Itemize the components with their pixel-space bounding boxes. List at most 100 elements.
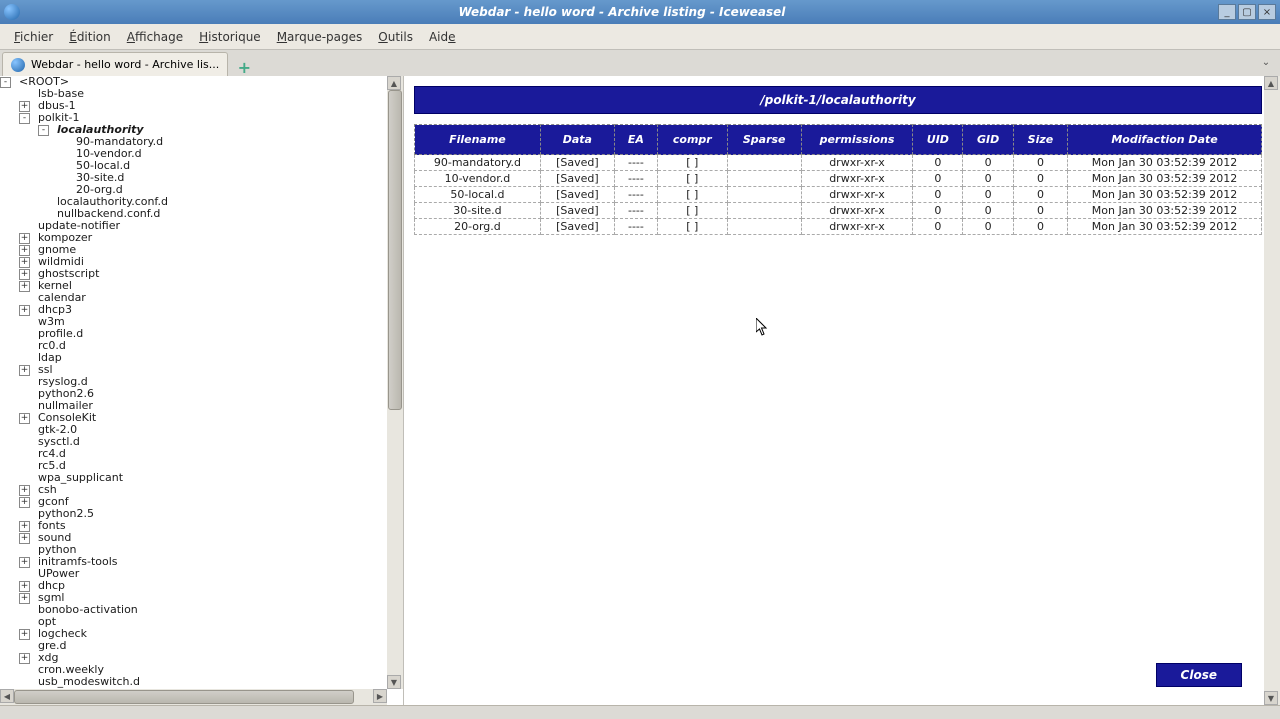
- column-header[interactable]: GID: [963, 125, 1013, 155]
- table-row[interactable]: 30-site.d[Saved]----[ ]drwxr-xr-x000Mon …: [415, 203, 1262, 219]
- tree-row[interactable]: ldap: [0, 352, 387, 364]
- scroll-down-button[interactable]: ▼: [1264, 691, 1278, 705]
- table-row[interactable]: 10-vendor.d[Saved]----[ ]drwxr-xr-x000Mo…: [415, 171, 1262, 187]
- table-cell: [727, 219, 801, 235]
- table-cell: Mon Jan 30 03:52:39 2012: [1068, 171, 1262, 187]
- column-header[interactable]: Data: [540, 125, 614, 155]
- expand-icon[interactable]: +: [19, 245, 30, 256]
- table-row[interactable]: 20-org.d[Saved]----[ ]drwxr-xr-x000Mon J…: [415, 219, 1262, 235]
- table-cell: 0: [963, 219, 1013, 235]
- column-header[interactable]: EA: [614, 125, 657, 155]
- tree-horizontal-scrollbar[interactable]: ◀ ▶: [0, 689, 387, 705]
- table-cell: ----: [614, 155, 657, 171]
- table-cell: ----: [614, 203, 657, 219]
- scroll-up-button[interactable]: ▲: [387, 76, 401, 90]
- menu-item[interactable]: Affichage: [119, 28, 191, 46]
- expand-icon[interactable]: +: [19, 305, 30, 316]
- expand-icon[interactable]: +: [19, 269, 30, 280]
- tree-row[interactable]: 50-local.d: [0, 160, 387, 172]
- collapse-icon[interactable]: -: [0, 77, 11, 88]
- scroll-left-button[interactable]: ◀: [0, 689, 14, 703]
- table-cell: 20-org.d: [415, 219, 541, 235]
- scroll-thumb[interactable]: [14, 690, 354, 704]
- table-cell: ----: [614, 187, 657, 203]
- tree-row[interactable]: 30-site.d: [0, 172, 387, 184]
- tree-row[interactable]: gre.d: [0, 640, 387, 652]
- expand-icon[interactable]: +: [19, 365, 30, 376]
- close-window-button[interactable]: ×: [1258, 4, 1276, 20]
- expand-icon[interactable]: +: [19, 497, 30, 508]
- menu-item[interactable]: Aide: [421, 28, 464, 46]
- table-cell: 50-local.d: [415, 187, 541, 203]
- scroll-down-button[interactable]: ▼: [387, 675, 401, 689]
- window-buttons: _ ▢ ×: [1218, 4, 1276, 20]
- tab-list-button[interactable]: ⌄: [1258, 54, 1274, 70]
- expand-icon[interactable]: +: [19, 593, 30, 604]
- browser-tab[interactable]: Webdar - hello word - Archive lis...: [2, 52, 228, 76]
- tree-row[interactable]: wpa_supplicant: [0, 472, 387, 484]
- expand-icon[interactable]: +: [19, 557, 30, 568]
- scroll-up-button[interactable]: ▲: [1264, 76, 1278, 90]
- tab-bar: Webdar - hello word - Archive lis... + ⌄: [0, 50, 1280, 76]
- table-cell: drwxr-xr-x: [801, 155, 913, 171]
- table-cell: [ ]: [657, 155, 727, 171]
- minimize-button[interactable]: _: [1218, 4, 1236, 20]
- path-header: /polkit-1/localauthority: [414, 86, 1262, 114]
- table-cell: Mon Jan 30 03:52:39 2012: [1068, 187, 1262, 203]
- menu-item[interactable]: Historique: [191, 28, 269, 46]
- tree-view[interactable]: -<ROOT>lsb-base+dbus-1-polkit-1-localaut…: [0, 76, 387, 689]
- table-cell: 0: [963, 171, 1013, 187]
- new-tab-button[interactable]: +: [234, 58, 254, 76]
- tree-row[interactable]: 90-mandatory.d: [0, 136, 387, 148]
- column-header[interactable]: UID: [913, 125, 963, 155]
- file-vertical-scrollbar[interactable]: ▲ ▼: [1264, 76, 1280, 705]
- table-cell: 0: [913, 219, 963, 235]
- table-cell: 0: [913, 187, 963, 203]
- menu-item[interactable]: Outils: [370, 28, 421, 46]
- column-header[interactable]: Size: [1013, 125, 1067, 155]
- collapse-icon[interactable]: -: [38, 125, 49, 136]
- expand-icon[interactable]: +: [19, 629, 30, 640]
- expand-icon[interactable]: +: [19, 653, 30, 664]
- close-button[interactable]: Close: [1156, 663, 1242, 687]
- expand-icon[interactable]: +: [19, 533, 30, 544]
- menu-item[interactable]: Fichier: [6, 28, 61, 46]
- tab-favicon-icon: [11, 58, 25, 72]
- table-cell: 0: [963, 187, 1013, 203]
- expand-icon[interactable]: +: [19, 281, 30, 292]
- scroll-thumb[interactable]: [388, 90, 402, 410]
- table-cell: 0: [1013, 171, 1067, 187]
- table-cell: [ ]: [657, 203, 727, 219]
- window-titlebar: Webdar - hello word - Archive listing - …: [0, 0, 1280, 24]
- table-row[interactable]: 90-mandatory.d[Saved]----[ ]drwxr-xr-x00…: [415, 155, 1262, 171]
- table-cell: 0: [913, 155, 963, 171]
- tree-row[interactable]: 10-vendor.d: [0, 148, 387, 160]
- expand-icon[interactable]: +: [19, 413, 30, 424]
- tree-row[interactable]: bonobo-activation: [0, 604, 387, 616]
- tree-vertical-scrollbar[interactable]: ▲ ▼: [387, 76, 403, 689]
- table-row[interactable]: 50-local.d[Saved]----[ ]drwxr-xr-x000Mon…: [415, 187, 1262, 203]
- column-header[interactable]: Modifaction Date: [1068, 125, 1262, 155]
- expand-icon[interactable]: +: [19, 257, 30, 268]
- file-listing-pane: ▲ ▼ /polkit-1/localauthority FilenameDat…: [404, 76, 1280, 705]
- table-cell: [727, 203, 801, 219]
- column-header[interactable]: Filename: [415, 125, 541, 155]
- table-cell: [Saved]: [540, 155, 614, 171]
- column-header[interactable]: Sparse: [727, 125, 801, 155]
- table-cell: drwxr-xr-x: [801, 171, 913, 187]
- expand-icon[interactable]: +: [19, 521, 30, 532]
- menu-item[interactable]: Édition: [61, 28, 119, 46]
- menu-item[interactable]: Marque-pages: [269, 28, 371, 46]
- table-cell: [727, 155, 801, 171]
- maximize-button[interactable]: ▢: [1238, 4, 1256, 20]
- column-header[interactable]: permissions: [801, 125, 913, 155]
- scroll-right-button[interactable]: ▶: [373, 689, 387, 703]
- column-header[interactable]: compr: [657, 125, 727, 155]
- collapse-icon[interactable]: -: [19, 113, 30, 124]
- file-content: /polkit-1/localauthority FilenameDataEAc…: [414, 86, 1262, 695]
- expand-icon[interactable]: +: [19, 101, 30, 112]
- expand-icon[interactable]: +: [19, 581, 30, 592]
- expand-icon[interactable]: +: [19, 233, 30, 244]
- tree-row[interactable]: -localauthority: [0, 124, 387, 136]
- expand-icon[interactable]: +: [19, 485, 30, 496]
